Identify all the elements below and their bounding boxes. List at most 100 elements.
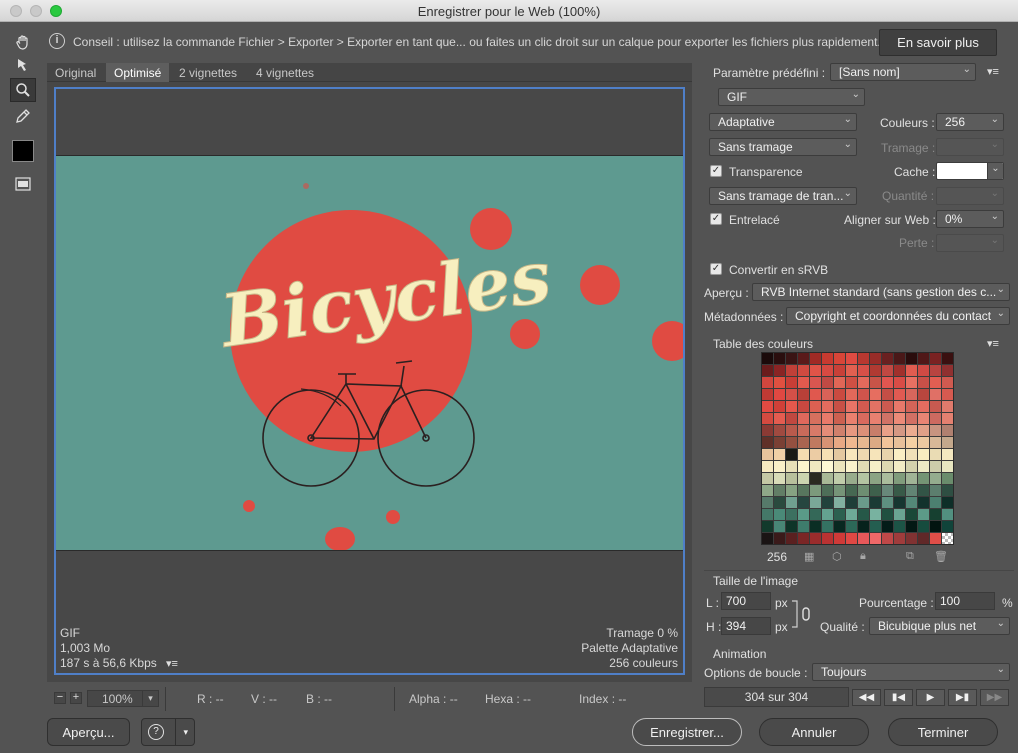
- color-swatch[interactable]: [810, 473, 821, 484]
- color-swatch[interactable]: [942, 485, 953, 496]
- color-swatch[interactable]: [906, 413, 917, 424]
- color-swatch[interactable]: [762, 377, 773, 388]
- color-swatch[interactable]: [798, 533, 809, 544]
- color-swatch[interactable]: [834, 449, 845, 460]
- color-swatch[interactable]: [858, 533, 869, 544]
- color-swatch[interactable]: [822, 521, 833, 532]
- color-swatch[interactable]: [786, 437, 797, 448]
- color-swatch[interactable]: [858, 521, 869, 532]
- color-swatch[interactable]: [846, 509, 857, 520]
- color-swatch[interactable]: [822, 353, 833, 364]
- color-swatch[interactable]: [870, 389, 881, 400]
- color-swatch[interactable]: [822, 449, 833, 460]
- color-swatch[interactable]: [882, 425, 893, 436]
- color-swatch[interactable]: [798, 485, 809, 496]
- color-swatch[interactable]: [882, 365, 893, 376]
- color-swatch[interactable]: [870, 461, 881, 472]
- color-swatch[interactable]: [918, 509, 929, 520]
- color-swatch[interactable]: [810, 437, 821, 448]
- color-swatch[interactable]: [918, 485, 929, 496]
- color-swatch[interactable]: [930, 449, 941, 460]
- color-swatch[interactable]: [918, 401, 929, 412]
- color-swatch[interactable]: [858, 473, 869, 484]
- color-swatch[interactable]: [834, 389, 845, 400]
- color-swatch[interactable]: [762, 533, 773, 544]
- color-swatch[interactable]: [930, 377, 941, 388]
- color-swatch[interactable]: [918, 437, 929, 448]
- color-swatch[interactable]: [906, 521, 917, 532]
- color-swatch[interactable]: [870, 413, 881, 424]
- color-swatch[interactable]: [762, 497, 773, 508]
- color-swatch[interactable]: [834, 413, 845, 424]
- color-swatch[interactable]: [810, 497, 821, 508]
- color-swatch[interactable]: [942, 401, 953, 412]
- color-swatch[interactable]: [906, 425, 917, 436]
- color-swatch[interactable]: [918, 389, 929, 400]
- color-swatch[interactable]: [810, 449, 821, 460]
- color-swatch[interactable]: [810, 521, 821, 532]
- format-dropdown[interactable]: GIF ⌄: [718, 88, 865, 106]
- color-swatch[interactable]: [906, 389, 917, 400]
- color-swatch[interactable]: [870, 521, 881, 532]
- color-swatch[interactable]: [774, 485, 785, 496]
- color-swatch[interactable]: [762, 401, 773, 412]
- color-swatch[interactable]: [918, 365, 929, 376]
- color-swatch[interactable]: [798, 509, 809, 520]
- color-swatch[interactable]: [810, 485, 821, 496]
- color-table-menu-icon[interactable]: ▾≡: [987, 339, 1001, 350]
- first-frame-button[interactable]: ◀◀: [852, 689, 881, 706]
- color-swatch[interactable]: [786, 425, 797, 436]
- color-swatch[interactable]: [930, 437, 941, 448]
- zoom-out-button[interactable]: −: [54, 692, 66, 704]
- chevron-down-icon[interactable]: ▾: [142, 691, 158, 706]
- color-swatch[interactable]: [786, 353, 797, 364]
- color-swatch[interactable]: [942, 449, 953, 460]
- color-swatch[interactable]: [786, 449, 797, 460]
- color-swatch[interactable]: [894, 389, 905, 400]
- color-swatch[interactable]: [930, 461, 941, 472]
- color-swatch[interactable]: [894, 521, 905, 532]
- color-swatch[interactable]: [906, 365, 917, 376]
- convert-srgb-checkbox[interactable]: ✓: [710, 263, 722, 275]
- color-swatch[interactable]: [918, 497, 929, 508]
- color-swatch[interactable]: [846, 533, 857, 544]
- transparency-checkbox[interactable]: ✓: [710, 165, 722, 177]
- color-swatch[interactable]: [810, 377, 821, 388]
- preset-dropdown[interactable]: [Sans nom] ⌄: [830, 63, 976, 81]
- color-swatch[interactable]: [822, 425, 833, 436]
- color-swatch[interactable]: [798, 413, 809, 424]
- transparent-color-swatch[interactable]: [942, 533, 953, 544]
- color-swatch[interactable]: [930, 413, 941, 424]
- last-frame-button[interactable]: ▶▶: [980, 689, 1009, 706]
- slice-select-tool-icon[interactable]: [10, 53, 36, 77]
- color-swatch[interactable]: [906, 485, 917, 496]
- color-swatch[interactable]: [870, 449, 881, 460]
- color-swatch[interactable]: [834, 485, 845, 496]
- color-swatch[interactable]: [894, 449, 905, 460]
- tab-2-up[interactable]: 2 vignettes: [171, 63, 245, 82]
- color-swatch[interactable]: [942, 497, 953, 508]
- color-swatch[interactable]: [822, 509, 833, 520]
- color-swatch[interactable]: [798, 401, 809, 412]
- color-swatch[interactable]: [918, 425, 929, 436]
- color-swatch[interactable]: [906, 461, 917, 472]
- toggle-slices-icon[interactable]: [10, 172, 36, 196]
- color-swatch[interactable]: [774, 521, 785, 532]
- colors-dropdown[interactable]: 256 ⌄: [936, 113, 1004, 131]
- zoom-tool-icon[interactable]: [10, 78, 36, 102]
- color-swatch[interactable]: [882, 449, 893, 460]
- color-swatch[interactable]: [918, 533, 929, 544]
- color-swatch[interactable]: [882, 377, 893, 388]
- color-swatch[interactable]: [786, 461, 797, 472]
- color-swatch[interactable]: [870, 485, 881, 496]
- preview-dropdown[interactable]: RVB Internet standard (sans gestion des …: [752, 283, 1010, 301]
- color-swatch[interactable]: [834, 353, 845, 364]
- color-swatch[interactable]: [810, 365, 821, 376]
- play-button[interactable]: ▶: [916, 689, 945, 706]
- color-swatch[interactable]: [834, 437, 845, 448]
- tab-optimized[interactable]: Optimisé: [106, 63, 170, 82]
- color-swatch[interactable]: [774, 401, 785, 412]
- color-swatch[interactable]: [786, 509, 797, 520]
- browser-select-button[interactable]: ? ▾: [141, 718, 195, 746]
- color-swatch[interactable]: [930, 485, 941, 496]
